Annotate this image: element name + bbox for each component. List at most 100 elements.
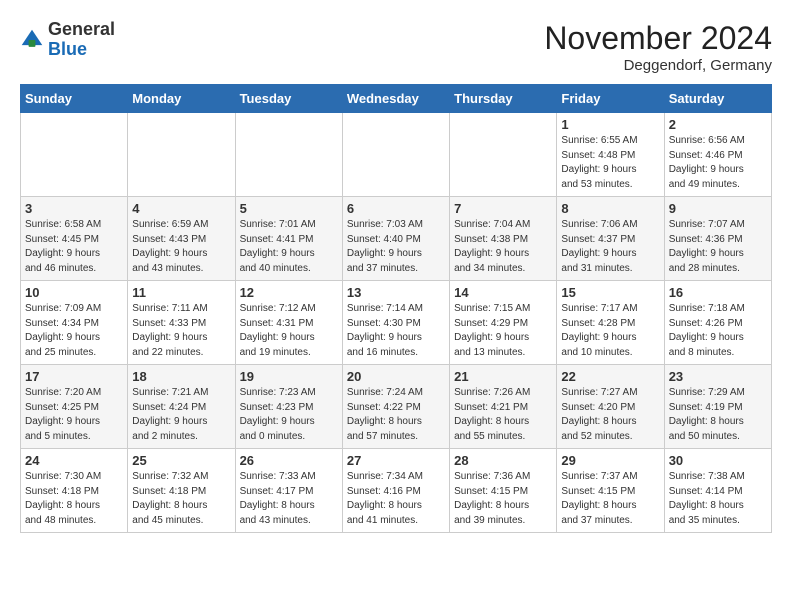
day-number: 3 — [25, 201, 123, 216]
day-number: 22 — [561, 369, 659, 384]
logo-text: General Blue — [48, 20, 115, 60]
page: General Blue November 2024 Deggendorf, G… — [0, 0, 792, 553]
logo-general-text: General — [48, 19, 115, 39]
day-info: Sunrise: 6:58 AM Sunset: 4:45 PM Dayligh… — [25, 218, 123, 276]
day-cell: 15 Sunrise: 7:17 AM Sunset: 4:28 PM Dayli… — [557, 281, 664, 365]
day-info: Sunrise: 7:04 AM Sunset: 4:38 PM Dayligh… — [454, 218, 552, 276]
day-cell: 8Sunrise: 7:06 AM Sunset: 4:37 PM Daylig… — [557, 197, 664, 281]
day-cell: 10Sunrise: 7:09 AM Sunset: 4:34 PM Dayli… — [21, 281, 128, 365]
week-row-5: 24 Sunrise: 7:30 AM Sunset: 4:18 PM Dayli… — [21, 449, 772, 533]
day-cell: 17Sunrise: 7:20 AM Sunset: 4:25 PM Dayli… — [21, 365, 128, 449]
week-row-3: 10Sunrise: 7:09 AM Sunset: 4:34 PM Dayli… — [21, 281, 772, 365]
day-cell: 22 Sunrise: 7:27 AM Sunset: 4:20 PM Dayli… — [557, 365, 664, 449]
header-cell-thursday: Thursday — [450, 85, 557, 113]
day-cell — [128, 113, 235, 197]
day-info: Sunrise: 7:11 AM Sunset: 4:33 PM Dayligh… — [132, 302, 230, 360]
day-info: Sunrise: 7:14 AM Sunset: 4:30 PM Dayligh… — [347, 302, 445, 360]
day-number: 18 — [132, 369, 230, 384]
header-cell-friday: Friday — [557, 85, 664, 113]
day-info: Sunrise: 7:21 AM Sunset: 4:24 PM Dayligh… — [132, 386, 230, 444]
day-cell: 9 Sunrise: 7:07 AM Sunset: 4:36 PM Daylig… — [664, 197, 771, 281]
day-info: Sunrise: 6:59 AM Sunset: 4:43 PM Dayligh… — [132, 218, 230, 276]
month-title: November 2024 — [544, 20, 772, 57]
day-info: Sunrise: 7:12 AM Sunset: 4:31 PM Dayligh… — [240, 302, 338, 360]
day-cell: 5 Sunrise: 7:01 AM Sunset: 4:41 PM Daylig… — [235, 197, 342, 281]
day-cell — [235, 113, 342, 197]
day-info: Sunrise: 7:37 AM Sunset: 4:15 PM Dayligh… — [561, 470, 659, 528]
day-cell — [21, 113, 128, 197]
day-number: 26 — [240, 453, 338, 468]
day-number: 5 — [240, 201, 338, 216]
header: General Blue November 2024 Deggendorf, G… — [20, 20, 772, 74]
day-cell: 4 Sunrise: 6:59 AM Sunset: 4:43 PM Daylig… — [128, 197, 235, 281]
day-cell: 19 Sunrise: 7:23 AM Sunset: 4:23 PM Dayli… — [235, 365, 342, 449]
day-number: 24 — [25, 453, 123, 468]
day-info: Sunrise: 7:01 AM Sunset: 4:41 PM Dayligh… — [240, 218, 338, 276]
day-info: Sunrise: 7:17 AM Sunset: 4:28 PM Dayligh… — [561, 302, 659, 360]
day-cell: 18 Sunrise: 7:21 AM Sunset: 4:24 PM Dayli… — [128, 365, 235, 449]
day-number: 23 — [669, 369, 767, 384]
day-number: 6 — [347, 201, 445, 216]
day-info: Sunrise: 7:29 AM Sunset: 4:19 PM Dayligh… — [669, 386, 767, 444]
day-number: 25 — [132, 453, 230, 468]
calendar-table: SundayMondayTuesdayWednesdayThursdayFrid… — [20, 84, 772, 533]
day-number: 13 — [347, 285, 445, 300]
title-block: November 2024 Deggendorf, Germany — [544, 20, 772, 74]
header-cell-sunday: Sunday — [21, 85, 128, 113]
day-cell: 24 Sunrise: 7:30 AM Sunset: 4:18 PM Dayli… — [21, 449, 128, 533]
location: Deggendorf, Germany — [544, 57, 772, 74]
day-number: 19 — [240, 369, 338, 384]
day-number: 9 — [669, 201, 767, 216]
day-info: Sunrise: 7:20 AM Sunset: 4:25 PM Dayligh… — [25, 386, 123, 444]
day-number: 28 — [454, 453, 552, 468]
day-number: 15 — [561, 285, 659, 300]
day-number: 8 — [561, 201, 659, 216]
day-number: 12 — [240, 285, 338, 300]
day-number: 1 — [561, 117, 659, 132]
day-number: 4 — [132, 201, 230, 216]
header-cell-tuesday: Tuesday — [235, 85, 342, 113]
logo-blue-text: Blue — [48, 39, 87, 59]
day-cell: 16 Sunrise: 7:18 AM Sunset: 4:26 PM Dayli… — [664, 281, 771, 365]
day-cell: 29 Sunrise: 7:37 AM Sunset: 4:15 PM Dayli… — [557, 449, 664, 533]
day-cell: 12 Sunrise: 7:12 AM Sunset: 4:31 PM Dayli… — [235, 281, 342, 365]
day-cell: 2Sunrise: 6:56 AM Sunset: 4:46 PM Daylig… — [664, 113, 771, 197]
header-cell-saturday: Saturday — [664, 85, 771, 113]
day-cell: 30Sunrise: 7:38 AM Sunset: 4:14 PM Dayli… — [664, 449, 771, 533]
day-info: Sunrise: 7:34 AM Sunset: 4:16 PM Dayligh… — [347, 470, 445, 528]
day-number: 16 — [669, 285, 767, 300]
day-info: Sunrise: 7:18 AM Sunset: 4:26 PM Dayligh… — [669, 302, 767, 360]
day-number: 21 — [454, 369, 552, 384]
day-info: Sunrise: 6:56 AM Sunset: 4:46 PM Dayligh… — [669, 134, 767, 192]
day-cell: 28Sunrise: 7:36 AM Sunset: 4:15 PM Dayli… — [450, 449, 557, 533]
day-number: 29 — [561, 453, 659, 468]
day-cell: 11 Sunrise: 7:11 AM Sunset: 4:33 PM Dayli… — [128, 281, 235, 365]
day-info: Sunrise: 7:15 AM Sunset: 4:29 PM Dayligh… — [454, 302, 552, 360]
day-cell: 13 Sunrise: 7:14 AM Sunset: 4:30 PM Dayli… — [342, 281, 449, 365]
day-cell: 20Sunrise: 7:24 AM Sunset: 4:22 PM Dayli… — [342, 365, 449, 449]
day-info: Sunrise: 7:26 AM Sunset: 4:21 PM Dayligh… — [454, 386, 552, 444]
day-cell — [450, 113, 557, 197]
day-cell: 6 Sunrise: 7:03 AM Sunset: 4:40 PM Daylig… — [342, 197, 449, 281]
day-cell: 26Sunrise: 7:33 AM Sunset: 4:17 PM Dayli… — [235, 449, 342, 533]
header-cell-monday: Monday — [128, 85, 235, 113]
day-number: 20 — [347, 369, 445, 384]
day-info: Sunrise: 7:03 AM Sunset: 4:40 PM Dayligh… — [347, 218, 445, 276]
header-cell-wednesday: Wednesday — [342, 85, 449, 113]
day-info: Sunrise: 7:32 AM Sunset: 4:18 PM Dayligh… — [132, 470, 230, 528]
logo: General Blue — [20, 20, 115, 60]
day-info: Sunrise: 7:23 AM Sunset: 4:23 PM Dayligh… — [240, 386, 338, 444]
day-info: Sunrise: 7:27 AM Sunset: 4:20 PM Dayligh… — [561, 386, 659, 444]
day-cell — [342, 113, 449, 197]
day-info: Sunrise: 7:30 AM Sunset: 4:18 PM Dayligh… — [25, 470, 123, 528]
day-number: 10 — [25, 285, 123, 300]
day-info: Sunrise: 7:38 AM Sunset: 4:14 PM Dayligh… — [669, 470, 767, 528]
logo-icon — [20, 28, 44, 52]
day-cell: 23 Sunrise: 7:29 AM Sunset: 4:19 PM Dayli… — [664, 365, 771, 449]
header-row: SundayMondayTuesdayWednesdayThursdayFrid… — [21, 85, 772, 113]
week-row-4: 17Sunrise: 7:20 AM Sunset: 4:25 PM Dayli… — [21, 365, 772, 449]
day-number: 27 — [347, 453, 445, 468]
day-info: Sunrise: 7:07 AM Sunset: 4:36 PM Dayligh… — [669, 218, 767, 276]
day-number: 11 — [132, 285, 230, 300]
day-info: Sunrise: 6:55 AM Sunset: 4:48 PM Dayligh… — [561, 134, 659, 192]
